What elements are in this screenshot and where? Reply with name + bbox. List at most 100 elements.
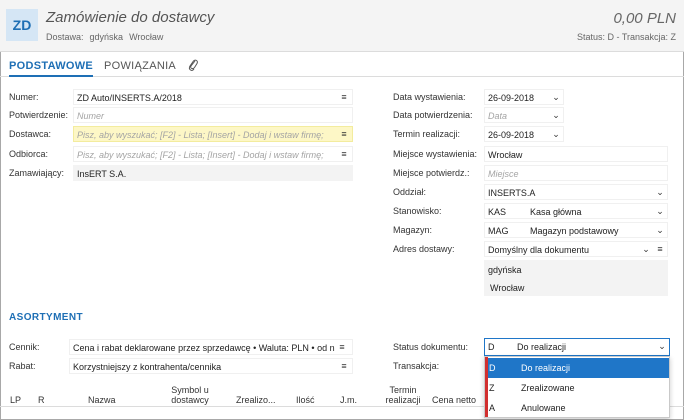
termin-realizacji-label: Termin realizacji: — [393, 129, 461, 139]
rabat-value: Korzystniejszy z kontrahenta/cennika — [73, 362, 222, 372]
asortyment-section-title: ASORTYMENT — [9, 312, 83, 323]
status-option-code: Z — [489, 383, 495, 393]
miejsce-potwierdzenia-placeholder: Miejsce — [488, 169, 519, 179]
stanowisko-select[interactable]: KAS Kasa główna ⌄ — [484, 203, 668, 219]
magazyn-select[interactable]: MAG Magazyn podstawowy ⌄ — [484, 222, 668, 238]
hamburger-icon[interactable]: ≡ — [339, 147, 349, 161]
oddzial-label: Oddział: — [393, 187, 427, 197]
status-dokumentu-select[interactable]: D Do realizacji ⌄ — [484, 338, 670, 356]
status-option-z[interactable]: Z Zrealizowane — [485, 378, 669, 398]
column-cena-netto[interactable]: Cena netto — [432, 395, 476, 405]
paperclip-icon[interactable] — [187, 58, 199, 72]
stanowisko-value: Kasa główna — [530, 207, 582, 217]
status-summary: Status: D - Transakcja: Z — [576, 32, 676, 42]
termin-realizacji-field[interactable]: 26-09-2018 ⌄ — [484, 126, 564, 142]
tab-bar: PODSTAWOWE POWIĄZANIA — [0, 55, 684, 77]
adres-line-street: gdyńska — [488, 265, 522, 275]
hamburger-icon[interactable]: ≡ — [655, 242, 665, 256]
cennik-label: Cennik: — [9, 342, 40, 352]
adres-dostawy-value: Domyślny dla dokumentu — [488, 245, 590, 255]
delivery-label: Dostawa: — [46, 32, 84, 42]
chevron-down-icon[interactable]: ⌄ — [641, 242, 651, 256]
potwierdzenie-label: Potwierdzenie: — [9, 110, 69, 120]
miejsce-wystawienia-field[interactable]: Wrocław — [484, 146, 668, 162]
column-symbol[interactable]: Symbol u dostawcy — [160, 385, 220, 405]
status-option-d[interactable]: D Do realizacji — [485, 358, 669, 378]
hamburger-icon[interactable]: ≡ — [339, 359, 349, 373]
status-dropdown-list: D Do realizacji Z Zrealizowane A Anulowa… — [484, 356, 670, 418]
column-ilosc[interactable]: Ilość — [296, 395, 315, 405]
data-potwierdzenia-placeholder: Data — [488, 111, 508, 121]
column-r[interactable]: R — [38, 395, 45, 405]
tab-powiazania[interactable]: POWIĄZANIA — [104, 55, 176, 77]
odbiorca-placeholder: Pisz, aby wyszukać; [F2] - Lista; [Inser… — [77, 150, 324, 160]
status-option-code: D — [489, 363, 496, 373]
data-wystawienia-field[interactable]: 26-09-2018 ⌄ — [484, 89, 564, 105]
magazyn-value: Magazyn podstawowy — [530, 226, 619, 236]
column-termin[interactable]: Termin realizacji — [378, 385, 428, 405]
dostawca-field[interactable]: Pisz, aby wyszukać; [F2] - Lista; [Inser… — [73, 126, 353, 142]
stanowisko-label: Stanowisko: — [393, 206, 442, 216]
status-option-a[interactable]: A Anulowane — [485, 398, 669, 418]
document-header: ZD Zamówienie do dostawcy Dostawa: gdyńsk… — [0, 0, 684, 52]
oddzial-select[interactable]: INSERTS.A ⌄ — [484, 184, 668, 200]
numer-value: ZD Auto/INSERTS.A/2018 — [77, 93, 182, 103]
chevron-down-icon[interactable]: ⌄ — [551, 90, 561, 104]
chevron-down-icon[interactable]: ⌄ — [657, 339, 667, 353]
hamburger-icon[interactable]: ≡ — [339, 127, 349, 141]
status-option-label: Do realizacji — [521, 363, 571, 373]
adres-dostawy-select[interactable]: Domyślny dla dokumentu ⌄ ≡ — [484, 241, 668, 257]
chevron-down-icon[interactable]: ⌄ — [655, 204, 665, 218]
chevron-down-icon[interactable]: ⌄ — [551, 127, 561, 141]
miejsce-wystawienia-label: Miejsce wystawienia: — [393, 149, 478, 159]
zamawiajacy-field: InsERT S.A. — [73, 165, 353, 181]
column-nazwa[interactable]: Nazwa — [88, 395, 116, 405]
status-color-indicator — [485, 357, 488, 417]
termin-realizacji-value: 26-09-2018 — [488, 130, 535, 140]
miejsce-potwierdzenia-label: Miejsce potwierdz.: — [393, 168, 470, 178]
adres-dostawy-details: gdyńska Wrocław — [484, 260, 668, 296]
chevron-down-icon[interactable]: ⌄ — [655, 185, 665, 199]
data-potwierdzenia-label: Data potwierdzenia: — [393, 110, 473, 120]
column-lp[interactable]: LP — [10, 395, 21, 405]
delivery-city: Wrocław — [129, 32, 164, 42]
miejsce-wystawienia-value: Wrocław — [488, 150, 523, 160]
delivery-street: gdyńska — [89, 32, 124, 42]
zamawiajacy-label: Zamawiający: — [9, 168, 65, 178]
data-wystawienia-value: 26-09-2018 — [488, 93, 535, 103]
transakcja-label: Transakcja: — [393, 361, 440, 371]
document-amount: 0,00 PLN — [613, 10, 676, 27]
odbiorca-field[interactable]: Pisz, aby wyszukać; [F2] - Lista; [Inser… — [73, 146, 353, 162]
chevron-down-icon[interactable]: ⌄ — [551, 108, 561, 122]
magazyn-code: MAG — [488, 226, 509, 236]
data-wystawienia-label: Data wystawienia: — [393, 92, 466, 102]
status-option-code: A — [489, 403, 496, 413]
rabat-field[interactable]: Korzystniejszy z kontrahenta/cennika ≡ — [69, 358, 353, 374]
document-title: Zamówienie do dostawcy — [46, 9, 215, 26]
status-code: D — [488, 342, 495, 352]
tab-podstawowe[interactable]: PODSTAWOWE — [9, 55, 94, 77]
dostawca-label: Dostawca: — [9, 129, 52, 139]
miejsce-potwierdzenia-field[interactable]: Miejsce — [484, 165, 668, 181]
dostawca-placeholder: Pisz, aby wyszukać; [F2] - Lista; [Inser… — [77, 130, 324, 140]
chevron-down-icon[interactable]: ⌄ — [655, 223, 665, 237]
adres-dostawy-label: Adres dostawy: — [393, 244, 455, 254]
zamawiajacy-value: InsERT S.A. — [77, 169, 127, 179]
numer-label: Numer: — [9, 92, 39, 102]
potwierdzenie-placeholder: Numer — [77, 111, 105, 121]
magazyn-label: Magazyn: — [393, 225, 433, 235]
status-option-label: Zrealizowane — [521, 383, 575, 393]
cennik-value: Cena i rabat deklarowane przez sprzedawc… — [73, 343, 335, 353]
status-option-label: Anulowane — [521, 403, 566, 413]
adres-line-city: Wrocław — [490, 283, 525, 293]
hamburger-icon[interactable]: ≡ — [339, 90, 349, 104]
status-dokumentu-label: Status dokumentu: — [393, 342, 469, 352]
data-potwierdzenia-field[interactable]: Data ⌄ — [484, 107, 564, 123]
column-jm[interactable]: J.m. — [340, 395, 357, 405]
numer-field[interactable]: ZD Auto/INSERTS.A/2018 ≡ — [73, 89, 353, 105]
column-zrealizowano[interactable]: Zrealizo... — [236, 395, 276, 405]
document-type-badge: ZD — [6, 9, 38, 41]
potwierdzenie-field[interactable]: Numer — [73, 107, 353, 123]
hamburger-icon[interactable]: ≡ — [335, 340, 349, 354]
cennik-field[interactable]: Cena i rabat deklarowane przez sprzedawc… — [69, 339, 353, 355]
